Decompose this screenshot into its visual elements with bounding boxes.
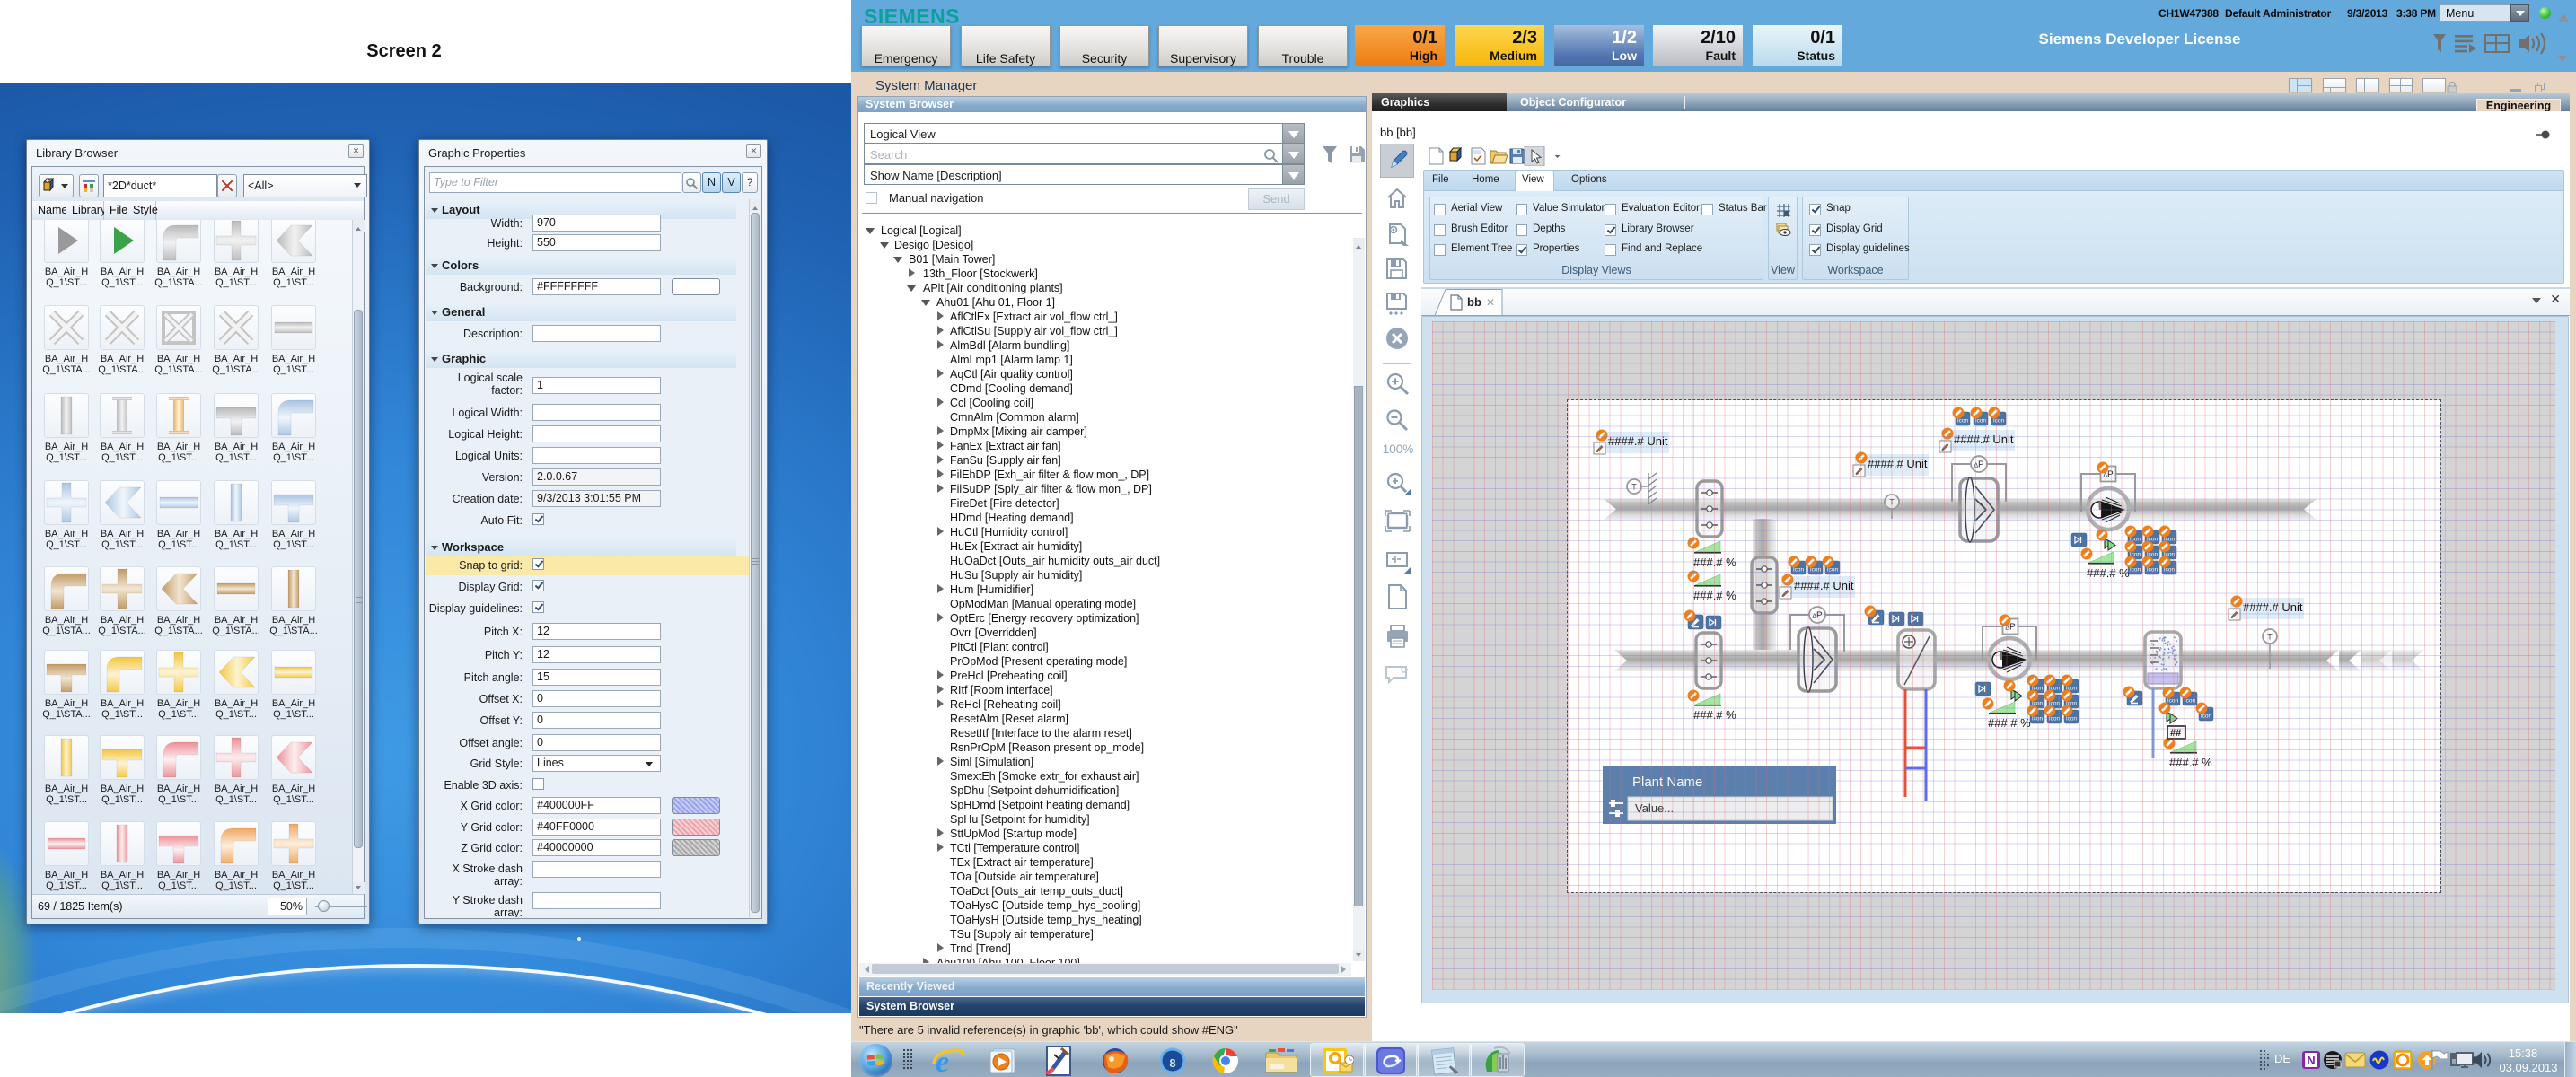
svg-text:N: N	[2307, 1054, 2315, 1067]
svg-text:8: 8	[1169, 1056, 1175, 1070]
